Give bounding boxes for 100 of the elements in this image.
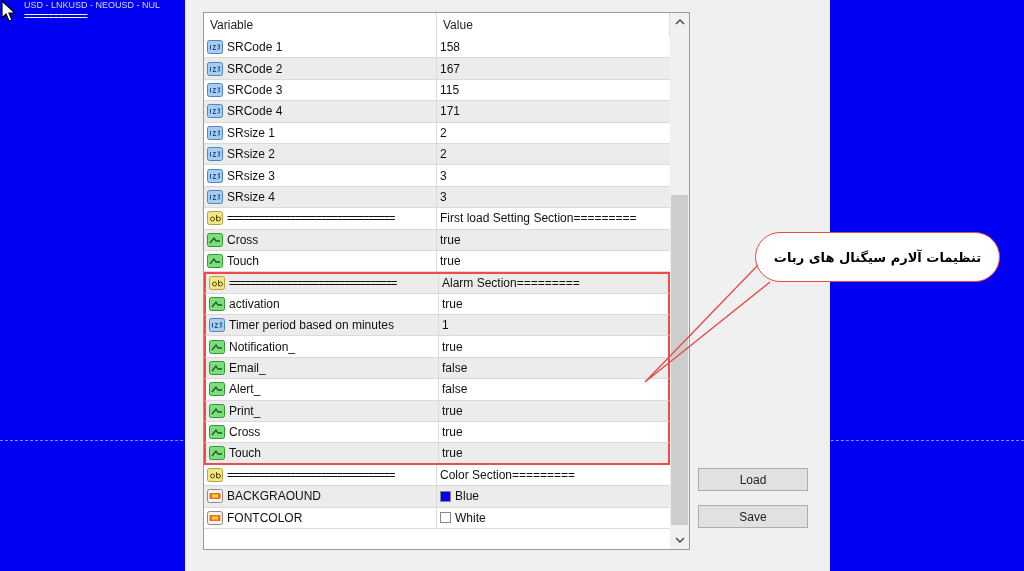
boolean-type-icon <box>209 446 225 461</box>
separator-text: ============= <box>24 11 87 22</box>
table-row[interactable]: Timer period based on minutes 1 <box>204 315 670 337</box>
variable-name: SRCode 2 <box>227 61 283 76</box>
number-type-icon <box>207 40 223 55</box>
variable-name: SRsize 1 <box>227 125 276 140</box>
variable-value[interactable]: 167 <box>440 61 461 76</box>
variable-name: SRsize 2 <box>227 147 276 162</box>
variable-value[interactable]: true <box>442 403 463 418</box>
variable-name: Print_ <box>229 403 261 418</box>
table-row[interactable]: SRCode 4 171 <box>204 101 670 123</box>
variable-name: SRCode 1 <box>227 40 283 55</box>
variable-value[interactable]: true <box>440 254 461 269</box>
table-row[interactable]: SRsize 3 3 <box>204 165 670 187</box>
variable-value[interactable]: White <box>455 510 486 525</box>
variable-name: ================================ <box>229 277 397 290</box>
variable-name: activation <box>229 296 280 311</box>
variable-name: Timer period based on minutes <box>229 318 394 333</box>
table-row[interactable]: ================================ Alarm Section========= <box>204 272 670 294</box>
variable-name: Alert_ <box>229 382 261 397</box>
text-type-icon <box>209 276 225 291</box>
table-row[interactable]: SRCode 1 158 <box>204 37 670 59</box>
number-type-icon <box>207 61 223 76</box>
save-button[interactable]: Save <box>698 505 808 528</box>
text-type-icon <box>207 468 223 482</box>
variable-value[interactable]: true <box>442 425 463 440</box>
variable-value[interactable]: First load Setting Section========= <box>440 211 637 226</box>
table-row[interactable]: Print_ true <box>204 400 670 423</box>
variable-name: SRsize 3 <box>227 168 276 183</box>
color-type-icon <box>207 510 223 525</box>
variable-value[interactable]: 171 <box>440 104 461 119</box>
variable-name: Cross <box>227 232 259 247</box>
variable-name: FONTCOLOR <box>227 510 303 525</box>
variable-name: ================================ <box>227 469 395 481</box>
table-row[interactable]: Cross true <box>204 422 670 444</box>
variable-value[interactable]: 1 <box>442 318 449 333</box>
boolean-type-icon <box>209 382 225 397</box>
variable-name: Touch <box>227 254 260 269</box>
color-type-icon <box>207 489 223 504</box>
table-row[interactable]: SRsize 4 3 <box>204 186 670 209</box>
table-row[interactable]: ================================ First load Setting Section========= <box>204 208 670 230</box>
table-row[interactable]: Touch true <box>204 250 670 273</box>
table-row[interactable]: SRsize 2 2 <box>204 143 670 166</box>
boolean-type-icon <box>209 361 225 376</box>
variable-value[interactable]: 3 <box>440 189 447 204</box>
variable-value[interactable]: true <box>440 232 461 247</box>
symbols-text: USD - LNKUSD - NEOUSD - NUL <box>24 0 160 10</box>
number-type-icon <box>207 168 223 183</box>
number-type-icon <box>207 189 223 204</box>
variable-name: SRsize 4 <box>227 189 276 204</box>
scroll-down-icon[interactable] <box>674 537 685 543</box>
boolean-type-icon <box>209 296 225 311</box>
table-row[interactable]: Touch true <box>204 443 670 465</box>
table-row[interactable]: SRCode 2 167 <box>204 58 670 80</box>
number-type-icon <box>207 147 223 162</box>
variable-value[interactable]: 3 <box>440 168 447 183</box>
variable-value[interactable]: true <box>442 339 463 354</box>
text-type-icon <box>207 211 223 226</box>
variable-name: SRCode 4 <box>227 104 283 119</box>
variable-value[interactable]: 115 <box>440 82 460 97</box>
variable-value[interactable]: true <box>442 296 463 311</box>
number-type-icon <box>207 82 223 97</box>
variable-name: BACKGRAOUND <box>227 489 321 504</box>
variable-value[interactable]: 158 <box>440 40 461 55</box>
variable-name: Email_ <box>229 361 266 376</box>
table-row[interactable]: Notification_ true <box>204 336 670 358</box>
number-type-icon <box>209 318 225 333</box>
table-row[interactable]: Email_ false <box>204 357 670 380</box>
scroll-up-icon[interactable] <box>674 19 685 25</box>
variable-value[interactable]: Color Section========= <box>440 468 576 482</box>
variable-value[interactable]: 2 <box>440 125 447 140</box>
variable-name: ================================ <box>227 212 395 225</box>
scroll-thumb[interactable] <box>671 195 688 525</box>
boolean-type-icon <box>209 425 225 440</box>
vertical-scrollbar[interactable] <box>670 13 689 549</box>
load-button[interactable]: Load <box>698 468 808 491</box>
variable-value[interactable]: true <box>442 446 463 461</box>
table-row[interactable]: BACKGRAOUND Blue <box>204 486 670 508</box>
table-row[interactable]: FONTCOLOR White <box>204 507 670 529</box>
boolean-type-icon <box>207 254 223 269</box>
number-type-icon <box>207 104 223 119</box>
table-row[interactable]: SRCode 3 115 <box>204 79 670 102</box>
variable-name: Notification_ <box>229 339 296 354</box>
boolean-type-icon <box>209 339 225 354</box>
table-row[interactable]: ================================ Color Section========= <box>204 464 670 487</box>
table-row[interactable]: activation true <box>204 293 670 316</box>
variable-value[interactable]: false <box>442 382 468 397</box>
boolean-type-icon <box>207 232 223 247</box>
variable-value[interactable]: Blue <box>455 489 480 504</box>
variable-name: Cross <box>229 425 261 440</box>
variable-value[interactable]: 2 <box>440 147 447 162</box>
variable-name: SRCode 3 <box>227 82 283 97</box>
variable-value[interactable]: false <box>442 361 468 376</box>
variable-value[interactable]: Alarm Section========= <box>442 276 580 291</box>
table-row[interactable]: SRsize 1 2 <box>204 122 670 144</box>
variable-name: Touch <box>229 446 262 461</box>
number-type-icon <box>207 125 223 140</box>
table-row[interactable]: Cross true <box>204 229 670 251</box>
table-row[interactable]: Alert_ false <box>204 379 670 401</box>
callout: تنظیمات آلارم سیگنال های ربات <box>755 232 1000 282</box>
